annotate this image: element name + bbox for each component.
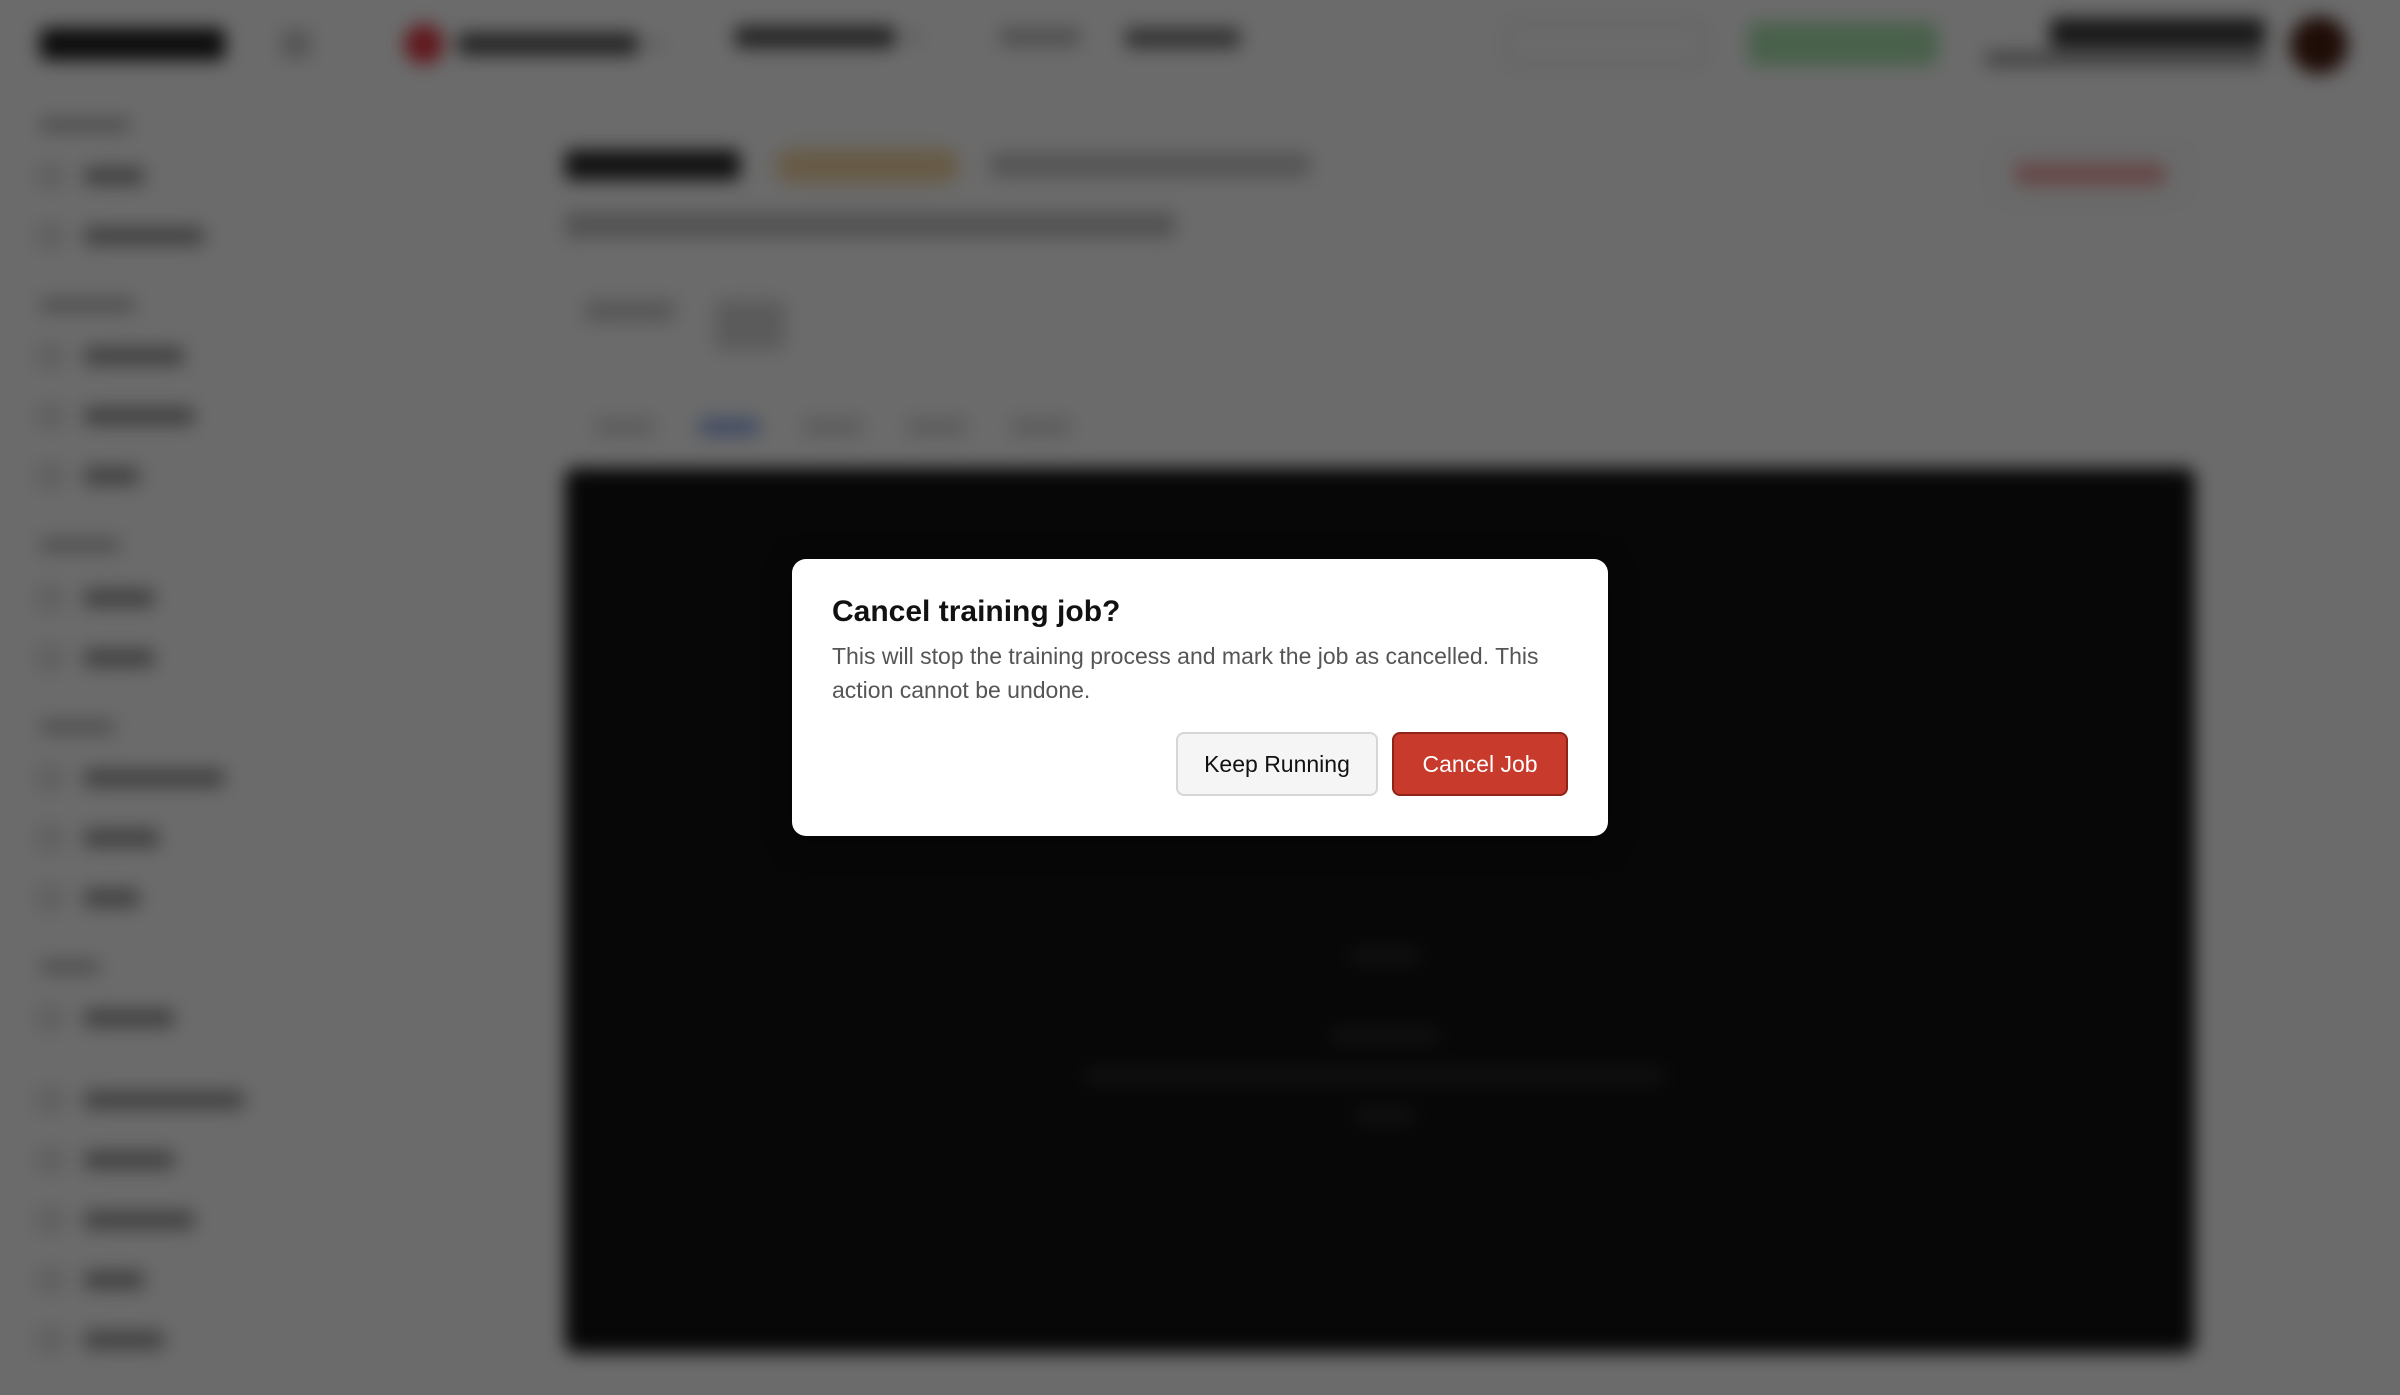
keep-running-button[interactable]: Keep Running: [1176, 732, 1378, 796]
dialog-actions: Keep Running Cancel Job: [1176, 732, 1568, 796]
cancel-job-button[interactable]: Cancel Job: [1392, 732, 1568, 796]
cancel-job-dialog: Cancel training job? This will stop the …: [792, 559, 1608, 836]
dialog-description: This will stop the training process and …: [832, 643, 1539, 703]
dialog-title: Cancel training job?: [832, 595, 1121, 628]
